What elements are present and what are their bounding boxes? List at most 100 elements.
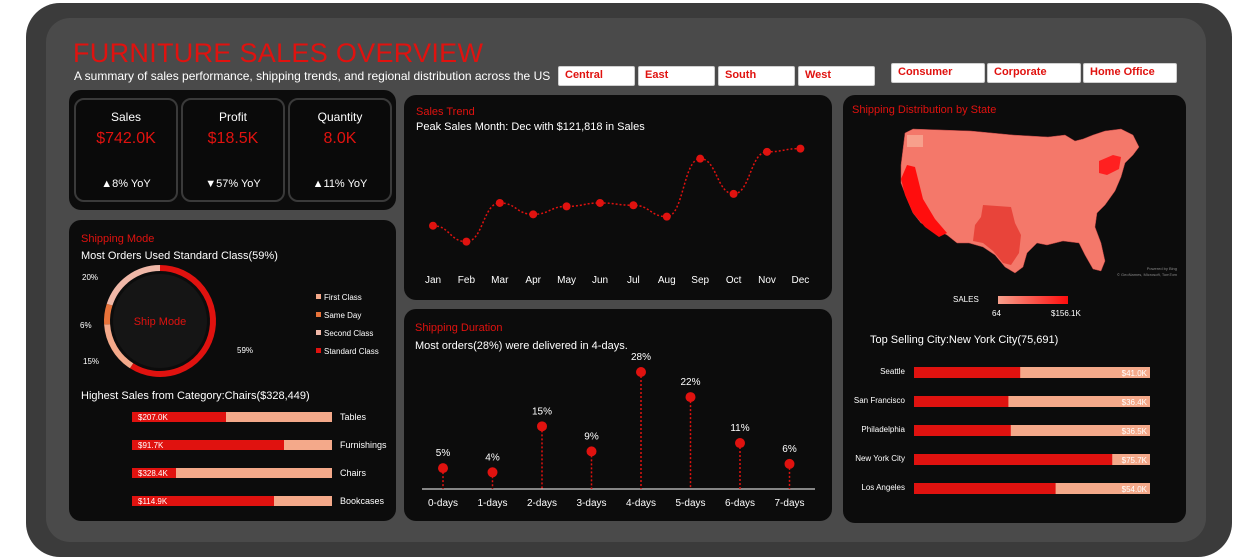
legend-swatch (316, 330, 321, 335)
legend-label: First Class (324, 293, 362, 302)
category-bar-value: $207.0K (138, 413, 168, 422)
kpi-sales-label: Sales (110, 110, 142, 124)
kpi-profit-label: Profit (218, 110, 247, 124)
kpi-profit-yoy: ▼57% YoY (205, 178, 261, 190)
sales-trend-point (662, 212, 671, 221)
shipping-mode-subtitle: Most Orders Used Standard Class(59%) (81, 250, 278, 262)
region-filter-central[interactable]: Central (558, 66, 635, 86)
category-bar-label: Bookcases (340, 496, 385, 506)
duration-tick-label: 4-days (626, 498, 656, 509)
category-bar-label: Furnishings (340, 440, 387, 450)
map-attribution-1: Powered by Bing (1147, 266, 1177, 271)
kpi-quantity-value: 8.0K (323, 130, 357, 147)
city-bar-label: Los Angeles (861, 483, 905, 492)
kpi-sales-yoy: ▲8% YoY (101, 178, 151, 190)
duration-tick-label: 0-days (428, 498, 458, 509)
sales-trend-point (629, 201, 638, 210)
sales-trend-point (696, 154, 705, 163)
sales-trend-point (763, 147, 771, 156)
city-bar-value: $36.5K (1122, 427, 1148, 436)
duration-data-label: 11% (730, 423, 749, 434)
duration-tick-label: 3-days (576, 498, 606, 509)
month-tick-label: Nov (758, 275, 776, 286)
kpi-quantity-yoy: ▲11% YoY (312, 178, 368, 190)
region-filter-west[interactable]: West (798, 66, 875, 86)
city-bar-label: Seattle (880, 367, 905, 376)
duration-tick-label: 6-days (725, 498, 755, 509)
region-filter-south[interactable]: South (718, 66, 795, 86)
sales-trend-point (596, 198, 604, 207)
sales-trend-point (462, 237, 471, 246)
duration-data-label: 6% (782, 444, 797, 455)
donut-slice (104, 303, 113, 325)
ship-mode-center-label: Ship Mode (134, 316, 187, 328)
category-bars[interactable]: $207.0K Tables $91.7K Furnishings $328.4K Cha… (132, 412, 387, 506)
city-bar-value: $54.0K (1122, 485, 1148, 494)
city-bar (914, 483, 1056, 494)
duration-data-label: 22% (680, 377, 700, 388)
duration-point (537, 421, 547, 432)
legend-label: Same Day (324, 311, 361, 320)
city-bar (914, 425, 1011, 436)
month-tick-label: Oct (726, 275, 742, 286)
page-title: FURNITURE SALES OVERVIEW (73, 38, 484, 68)
legend-swatch (316, 348, 321, 353)
kpi-profit: Profit $18.5K ▼57% YoY (181, 98, 285, 202)
city-bar (914, 367, 1021, 378)
sales-trend-point (495, 198, 504, 207)
city-bar-label: New York City (855, 454, 905, 463)
page-subtitle: A summary of sales performance, shipping… (74, 69, 551, 83)
sales-trend-point (729, 189, 738, 198)
map-and-city-chart: SALES 64 $156.1K Powered by Bing © GeoNa… (854, 128, 1178, 494)
duration-tick-label: 1-days (477, 498, 507, 509)
duration-data-label: 15% (532, 406, 552, 417)
duration-tick-label: 5-days (675, 498, 705, 509)
city-bar-label: Philadelphia (861, 425, 905, 434)
washington-state[interactable] (907, 135, 923, 147)
month-tick-label: Apr (525, 275, 541, 286)
city-bar-value: $75.7K (1122, 456, 1148, 465)
category-bar-label: Tables (340, 412, 367, 422)
region-filter-east[interactable]: East (638, 66, 715, 86)
duration-tick-label: 2-days (527, 498, 557, 509)
duration-data-label: 28% (631, 352, 651, 363)
city-bar-value: $36.4K (1122, 398, 1148, 407)
duration-point (438, 463, 448, 474)
segment-filter-corporate[interactable]: Corporate (987, 63, 1081, 83)
city-bars[interactable]: $41.0K Seattle $36.4K San Francisco $36.5K Ph… (854, 367, 1150, 494)
kpi-sales: Sales $742.0K ▲8% YoY (74, 98, 178, 202)
donut-slice-label: 59% (237, 346, 253, 355)
month-tick-label: Mar (491, 275, 509, 286)
kpi-quantity: Quantity 8.0K ▲11% YoY (288, 98, 392, 202)
legend-swatch (316, 294, 321, 299)
donut-slice-label: 6% (80, 321, 92, 330)
kpi-profit-value: $18.5K (207, 130, 259, 147)
us-map[interactable] (900, 128, 1140, 274)
map-legend-gradient (998, 296, 1068, 304)
duration-data-label: 4% (485, 452, 500, 463)
month-tick-label: Aug (658, 275, 676, 286)
month-tick-label: Feb (458, 275, 476, 286)
kpi-sales-value: $742.0K (96, 130, 156, 147)
month-tick-label: Sep (691, 275, 709, 286)
category-bar-value: $91.7K (138, 441, 164, 450)
us-states-shape[interactable] (900, 128, 1140, 274)
duration-point (636, 367, 646, 377)
sales-trend-point (562, 202, 571, 211)
legend-swatch (316, 312, 321, 317)
segment-filter-consumer[interactable]: Consumer (891, 63, 985, 83)
category-bar-value: $328.4K (138, 469, 168, 478)
city-bar (914, 396, 1009, 407)
month-tick-label: Dec (792, 275, 810, 286)
segment-filter-home-office[interactable]: Home Office (1083, 63, 1177, 83)
duration-point (784, 458, 795, 469)
duration-data-label: 5% (436, 448, 451, 459)
map-attribution-2: © GeoNames, Microsoft, TomTom (1117, 272, 1178, 277)
legend-label: Standard Class (324, 347, 379, 356)
kpi-quantity-label: Quantity (317, 110, 363, 124)
sales-trend-point (529, 210, 538, 219)
map-legend-label: SALES (953, 295, 979, 304)
duration-point (735, 438, 745, 449)
duration-point (586, 446, 597, 457)
donut-slice-label: 15% (83, 357, 99, 366)
